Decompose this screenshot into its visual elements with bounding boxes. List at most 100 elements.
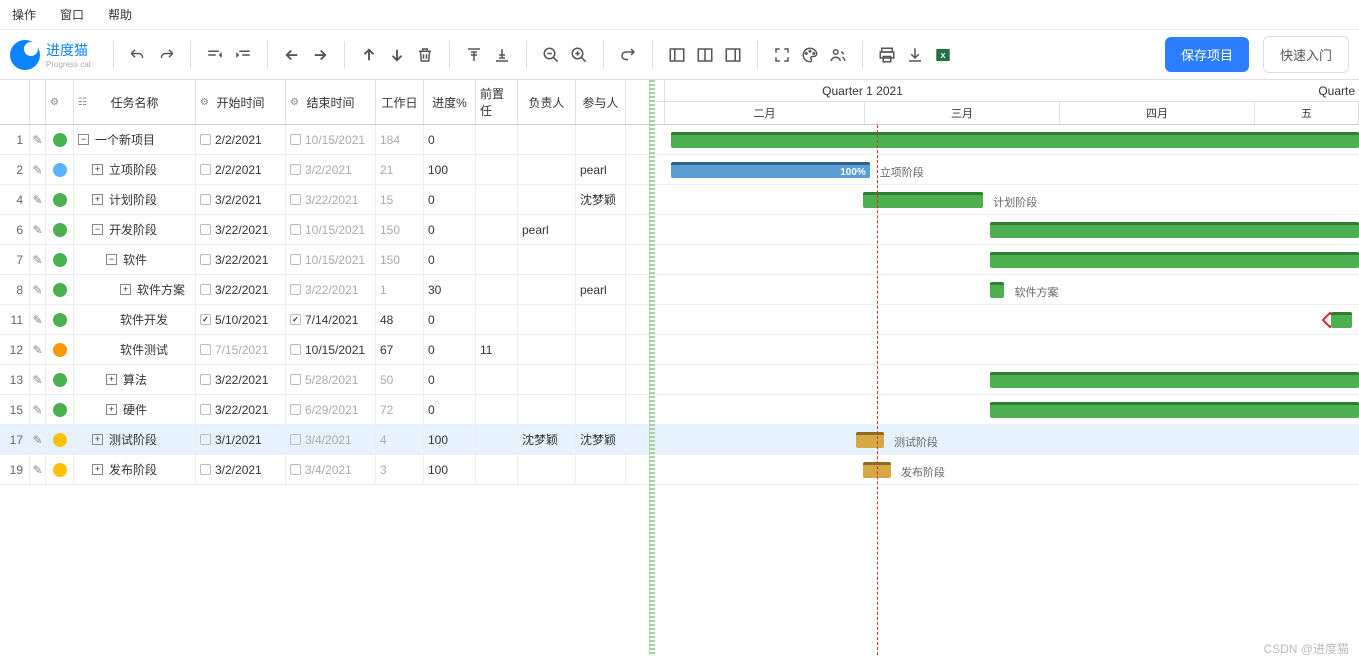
print-icon[interactable] bbox=[875, 43, 899, 67]
arrow-right-icon[interactable] bbox=[308, 43, 332, 67]
palette-icon[interactable] bbox=[798, 43, 822, 67]
work-cell[interactable]: 15 bbox=[376, 185, 424, 214]
edit-icon[interactable]: ✎ bbox=[30, 335, 46, 364]
status-dot[interactable] bbox=[46, 275, 74, 304]
gantt-row[interactable]: 计划阶段 bbox=[650, 185, 1359, 215]
progress-cell[interactable]: 100 bbox=[424, 425, 476, 454]
work-cell[interactable]: 3 bbox=[376, 455, 424, 484]
task-row[interactable]: 7 ✎ −软件 3/22/2021 10/15/2021 150 0 bbox=[0, 245, 649, 275]
task-row[interactable]: 4 ✎ +计划阶段 3/2/2021 3/22/2021 15 0 沈梦颖 bbox=[0, 185, 649, 215]
zoom-in-icon[interactable] bbox=[567, 43, 591, 67]
end-checkbox[interactable] bbox=[290, 464, 301, 475]
progress-cell[interactable]: 30 bbox=[424, 275, 476, 304]
trash-icon[interactable] bbox=[413, 43, 437, 67]
pre-cell[interactable] bbox=[476, 275, 518, 304]
end-checkbox[interactable] bbox=[290, 134, 301, 145]
start-checkbox[interactable] bbox=[200, 374, 211, 385]
gantt-row[interactable] bbox=[650, 365, 1359, 395]
owner-cell[interactable] bbox=[518, 365, 576, 394]
end-date-cell[interactable]: 7/14/2021 bbox=[286, 305, 376, 334]
start-date-cell[interactable]: 3/22/2021 bbox=[196, 365, 286, 394]
undo-icon[interactable] bbox=[126, 43, 150, 67]
redo2-icon[interactable] bbox=[616, 43, 640, 67]
col-owner[interactable]: 负责人 bbox=[518, 80, 576, 124]
gantt-bar[interactable]: 软件方案 bbox=[990, 282, 1004, 298]
col-part[interactable]: 参与人 bbox=[576, 80, 626, 124]
quick-start-button[interactable]: 快速入门 bbox=[1263, 36, 1349, 73]
pre-cell[interactable] bbox=[476, 365, 518, 394]
end-date-cell[interactable]: 10/15/2021 bbox=[286, 245, 376, 274]
work-cell[interactable]: 150 bbox=[376, 245, 424, 274]
end-date-cell[interactable]: 10/15/2021 bbox=[286, 125, 376, 154]
redo-icon[interactable] bbox=[154, 43, 178, 67]
status-dot[interactable] bbox=[46, 425, 74, 454]
gantt-bar[interactable] bbox=[1331, 312, 1352, 328]
start-date-cell[interactable]: 3/22/2021 bbox=[196, 245, 286, 274]
col-pre[interactable]: 前置任 bbox=[476, 80, 518, 124]
arrow-down-icon[interactable] bbox=[385, 43, 409, 67]
start-date-cell[interactable]: 3/22/2021 bbox=[196, 395, 286, 424]
task-name-cell[interactable]: +算法 bbox=[74, 365, 196, 394]
owner-cell[interactable] bbox=[518, 155, 576, 184]
end-checkbox[interactable] bbox=[290, 254, 301, 265]
progress-cell[interactable]: 0 bbox=[424, 365, 476, 394]
layout3-icon[interactable] bbox=[721, 43, 745, 67]
save-project-button[interactable]: 保存项目 bbox=[1165, 37, 1249, 72]
gantt-row[interactable]: 发布阶段 bbox=[650, 455, 1359, 485]
indent-icon[interactable] bbox=[231, 43, 255, 67]
end-checkbox[interactable] bbox=[290, 374, 301, 385]
status-dot[interactable] bbox=[46, 245, 74, 274]
progress-cell[interactable]: 0 bbox=[424, 125, 476, 154]
toggle-icon[interactable]: − bbox=[92, 224, 103, 235]
download-icon[interactable] bbox=[903, 43, 927, 67]
task-name-cell[interactable]: +立项阶段 bbox=[74, 155, 196, 184]
task-row[interactable]: 2 ✎ +立项阶段 2/2/2021 3/2/2021 21 100 pearl bbox=[0, 155, 649, 185]
gantt-row[interactable] bbox=[650, 125, 1359, 155]
start-date-cell[interactable]: 3/2/2021 bbox=[196, 185, 286, 214]
gantt-bar[interactable]: 计划阶段 bbox=[863, 192, 984, 208]
pre-cell[interactable] bbox=[476, 245, 518, 274]
col-start[interactable]: ⚙开始时间 bbox=[196, 80, 286, 124]
end-date-cell[interactable]: 3/4/2021 bbox=[286, 455, 376, 484]
end-date-cell[interactable]: 3/4/2021 bbox=[286, 425, 376, 454]
col-progress[interactable]: 进度% bbox=[424, 80, 476, 124]
start-date-cell[interactable]: 2/2/2021 bbox=[196, 125, 286, 154]
participant-cell[interactable] bbox=[576, 395, 626, 424]
owner-cell[interactable] bbox=[518, 335, 576, 364]
end-date-cell[interactable]: 5/28/2021 bbox=[286, 365, 376, 394]
end-checkbox[interactable] bbox=[290, 434, 301, 445]
task-row[interactable]: 11 ✎ 软件开发 5/10/2021 7/14/2021 48 0 bbox=[0, 305, 649, 335]
end-checkbox[interactable] bbox=[290, 164, 301, 175]
col-end[interactable]: ⚙结束时间 bbox=[286, 80, 376, 124]
work-cell[interactable]: 50 bbox=[376, 365, 424, 394]
task-row[interactable]: 6 ✎ −开发阶段 3/22/2021 10/15/2021 150 0 pea… bbox=[0, 215, 649, 245]
start-date-cell[interactable]: 2/2/2021 bbox=[196, 155, 286, 184]
task-name-cell[interactable]: +软件方案 bbox=[74, 275, 196, 304]
pre-cell[interactable] bbox=[476, 395, 518, 424]
fullscreen-icon[interactable] bbox=[770, 43, 794, 67]
end-checkbox[interactable] bbox=[290, 314, 301, 325]
col-work[interactable]: 工作日 bbox=[376, 80, 424, 124]
status-dot[interactable] bbox=[46, 215, 74, 244]
end-checkbox[interactable] bbox=[290, 344, 301, 355]
work-cell[interactable]: 48 bbox=[376, 305, 424, 334]
column-resize-handle[interactable] bbox=[649, 80, 655, 655]
end-date-cell[interactable]: 3/2/2021 bbox=[286, 155, 376, 184]
toggle-icon[interactable]: + bbox=[92, 464, 103, 475]
gantt-bar[interactable] bbox=[990, 222, 1359, 238]
edit-icon[interactable]: ✎ bbox=[30, 125, 46, 154]
menu-window[interactable]: 窗口 bbox=[56, 4, 88, 25]
start-date-cell[interactable]: 3/1/2021 bbox=[196, 425, 286, 454]
task-name-cell[interactable]: +发布阶段 bbox=[74, 455, 196, 484]
progress-cell[interactable]: 0 bbox=[424, 245, 476, 274]
align-bottom-icon[interactable] bbox=[490, 43, 514, 67]
pre-cell[interactable] bbox=[476, 155, 518, 184]
status-dot[interactable] bbox=[46, 365, 74, 394]
start-checkbox[interactable] bbox=[200, 134, 211, 145]
task-row[interactable]: 17 ✎ +测试阶段 3/1/2021 3/4/2021 4 100 沈梦颖 沈… bbox=[0, 425, 649, 455]
participant-cell[interactable] bbox=[576, 335, 626, 364]
participant-cell[interactable]: pearl bbox=[576, 275, 626, 304]
outdent-icon[interactable] bbox=[203, 43, 227, 67]
participant-cell[interactable]: 沈梦颖 bbox=[576, 425, 626, 454]
task-row[interactable]: 12 ✎ 软件测试 7/15/2021 10/15/2021 67 0 11 bbox=[0, 335, 649, 365]
